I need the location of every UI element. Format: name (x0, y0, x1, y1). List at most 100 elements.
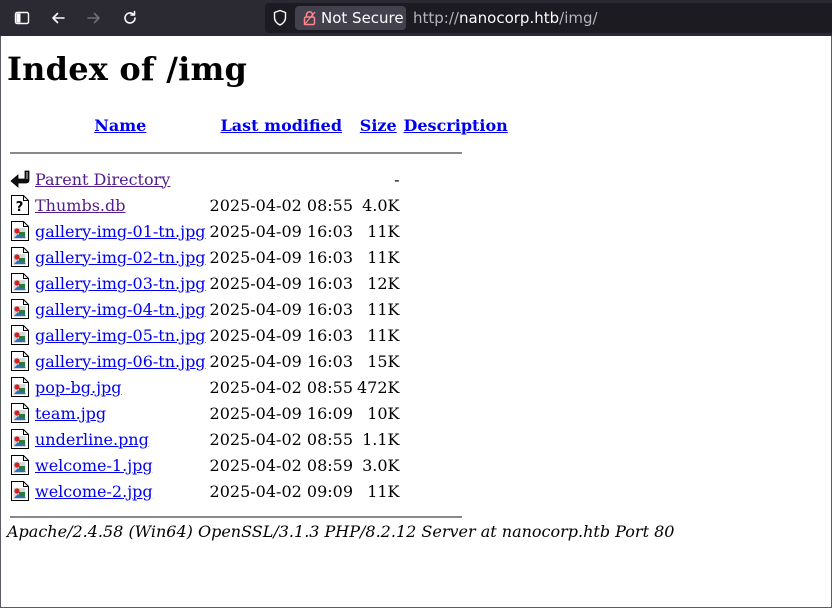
description-cell (403, 348, 509, 374)
image-file-icon (11, 221, 29, 241)
date-cell: 2025-04-02 08:59 (209, 455, 353, 475)
tracking-protection-button[interactable] (272, 9, 288, 31)
file-row: welcome-1.jpg 2025-04-02 08:59 3.0K (9, 452, 509, 478)
file-name-cell: gallery-img-01-tn.jpg (34, 218, 207, 244)
description-cell (403, 166, 509, 192)
image-file-icon (11, 247, 29, 267)
column-header-last-modified: Last modified (209, 110, 354, 140)
size-cell: 10K (367, 403, 400, 423)
size-cell: 11K (367, 247, 400, 267)
sort-by-name-link[interactable]: Name (94, 116, 146, 135)
url-text[interactable]: http://nanocorp.htb/img/ (413, 9, 598, 27)
file-name-cell: gallery-img-03-tn.jpg (34, 270, 207, 296)
description-cell (403, 374, 509, 400)
reload-button[interactable] (117, 5, 143, 31)
file-link[interactable]: pop-bg.jpg (35, 378, 122, 397)
file-listing-table: Name Last modified Size Description Pare… (7, 110, 511, 530)
file-name-cell: gallery-img-04-tn.jpg (34, 296, 207, 322)
divider (10, 152, 462, 154)
shield-icon (273, 9, 287, 26)
page-title: Index of /img (7, 50, 248, 88)
size-cell: - (394, 169, 400, 189)
file-row: gallery-img-05-tn.jpg 2025-04-09 16:03 11K (9, 322, 509, 348)
file-link[interactable]: gallery-img-02-tn.jpg (35, 248, 206, 267)
icon-cell (9, 270, 32, 296)
sort-by-size-link[interactable]: Size (360, 116, 397, 135)
date-cell: 2025-04-09 16:09 (209, 403, 353, 423)
icon-cell (9, 322, 32, 348)
page-content: Index of /img Name Last modified Size De… (0, 36, 832, 608)
description-cell (403, 400, 509, 426)
date-cell: 2025-04-02 08:55 (209, 377, 353, 397)
file-link[interactable]: gallery-img-06-tn.jpg (35, 352, 206, 371)
size-cell: 12K (367, 273, 400, 293)
sort-by-last-modified-link[interactable]: Last modified (221, 116, 342, 135)
security-indicator[interactable]: Not Secure (295, 6, 406, 30)
date-cell: 2025-04-09 16:03 (209, 325, 353, 345)
icon-cell (9, 426, 32, 452)
file-row: welcome-2.jpg 2025-04-02 09:09 11K (9, 478, 509, 504)
file-link[interactable]: welcome-1.jpg (35, 456, 153, 475)
image-file-icon (11, 351, 29, 371)
size-cell: 3.0K (362, 455, 400, 475)
description-cell (403, 452, 509, 478)
description-cell (403, 192, 509, 218)
date-cell: 2025-04-09 16:03 (209, 221, 353, 241)
icon-cell (9, 452, 32, 478)
parent-directory-cell: Parent Directory (34, 166, 207, 192)
address-bar[interactable]: Not Secure http://nanocorp.htb/img/ (265, 3, 832, 33)
date-cell: 2025-04-09 16:03 (209, 273, 353, 293)
size-cell: 11K (367, 481, 400, 501)
file-name-cell: pop-bg.jpg (34, 374, 207, 400)
file-name-cell: welcome-2.jpg (34, 478, 207, 504)
size-cell: 11K (367, 325, 400, 345)
lock-insecure-icon (303, 10, 316, 26)
url-path: /img/ (559, 9, 598, 27)
parent-directory-row: Parent Directory - (9, 166, 509, 192)
file-link[interactable]: Thumbs.db (35, 196, 125, 215)
forward-icon (87, 12, 100, 24)
file-name-cell: underline.png (34, 426, 207, 452)
forward-button[interactable] (81, 5, 107, 31)
sidebar-icon (14, 11, 30, 25)
size-cell: 472K (357, 377, 400, 397)
column-header-description: Description (403, 110, 509, 140)
file-link[interactable]: underline.png (35, 430, 149, 449)
file-link[interactable]: gallery-img-01-tn.jpg (35, 222, 206, 241)
sidebar-toggle-button[interactable] (9, 5, 35, 31)
column-header-size: Size (356, 110, 401, 140)
file-row: gallery-img-06-tn.jpg 2025-04-09 16:03 15K (9, 348, 509, 374)
file-row: underline.png 2025-04-02 08:55 1.1K (9, 426, 509, 452)
reload-icon (124, 10, 136, 24)
icon-cell (9, 166, 32, 192)
column-header-name: Name (34, 110, 207, 140)
description-cell (403, 244, 509, 270)
back-button[interactable] (45, 5, 71, 31)
file-row: gallery-img-02-tn.jpg 2025-04-09 16:03 11K (9, 244, 509, 270)
back-arrow-icon (10, 170, 30, 188)
icon-cell (9, 348, 32, 374)
description-cell (403, 426, 509, 452)
header-icon-cell (9, 110, 32, 140)
date-cell: 2025-04-02 09:09 (209, 481, 353, 501)
file-link[interactable]: gallery-img-03-tn.jpg (35, 274, 206, 293)
size-cell: 11K (367, 221, 400, 241)
image-file-icon (11, 403, 29, 423)
parent-directory-link[interactable]: Parent Directory (35, 170, 170, 189)
image-file-icon (11, 273, 29, 293)
sort-by-description-link[interactable]: Description (404, 116, 508, 135)
file-link[interactable]: gallery-img-04-tn.jpg (35, 300, 206, 319)
date-cell: 2025-04-09 16:03 (209, 351, 353, 371)
date-cell (209, 166, 354, 192)
size-cell: 15K (367, 351, 400, 371)
svg-text:?: ? (16, 200, 24, 215)
image-file-icon (11, 429, 29, 449)
file-link[interactable]: gallery-img-05-tn.jpg (35, 326, 206, 345)
file-link[interactable]: welcome-2.jpg (35, 482, 153, 501)
icon-cell (9, 478, 32, 504)
back-icon (52, 12, 65, 24)
description-cell (403, 478, 509, 504)
size-cell: 1.1K (362, 429, 400, 449)
description-cell (403, 296, 509, 322)
file-link[interactable]: team.jpg (35, 404, 106, 423)
